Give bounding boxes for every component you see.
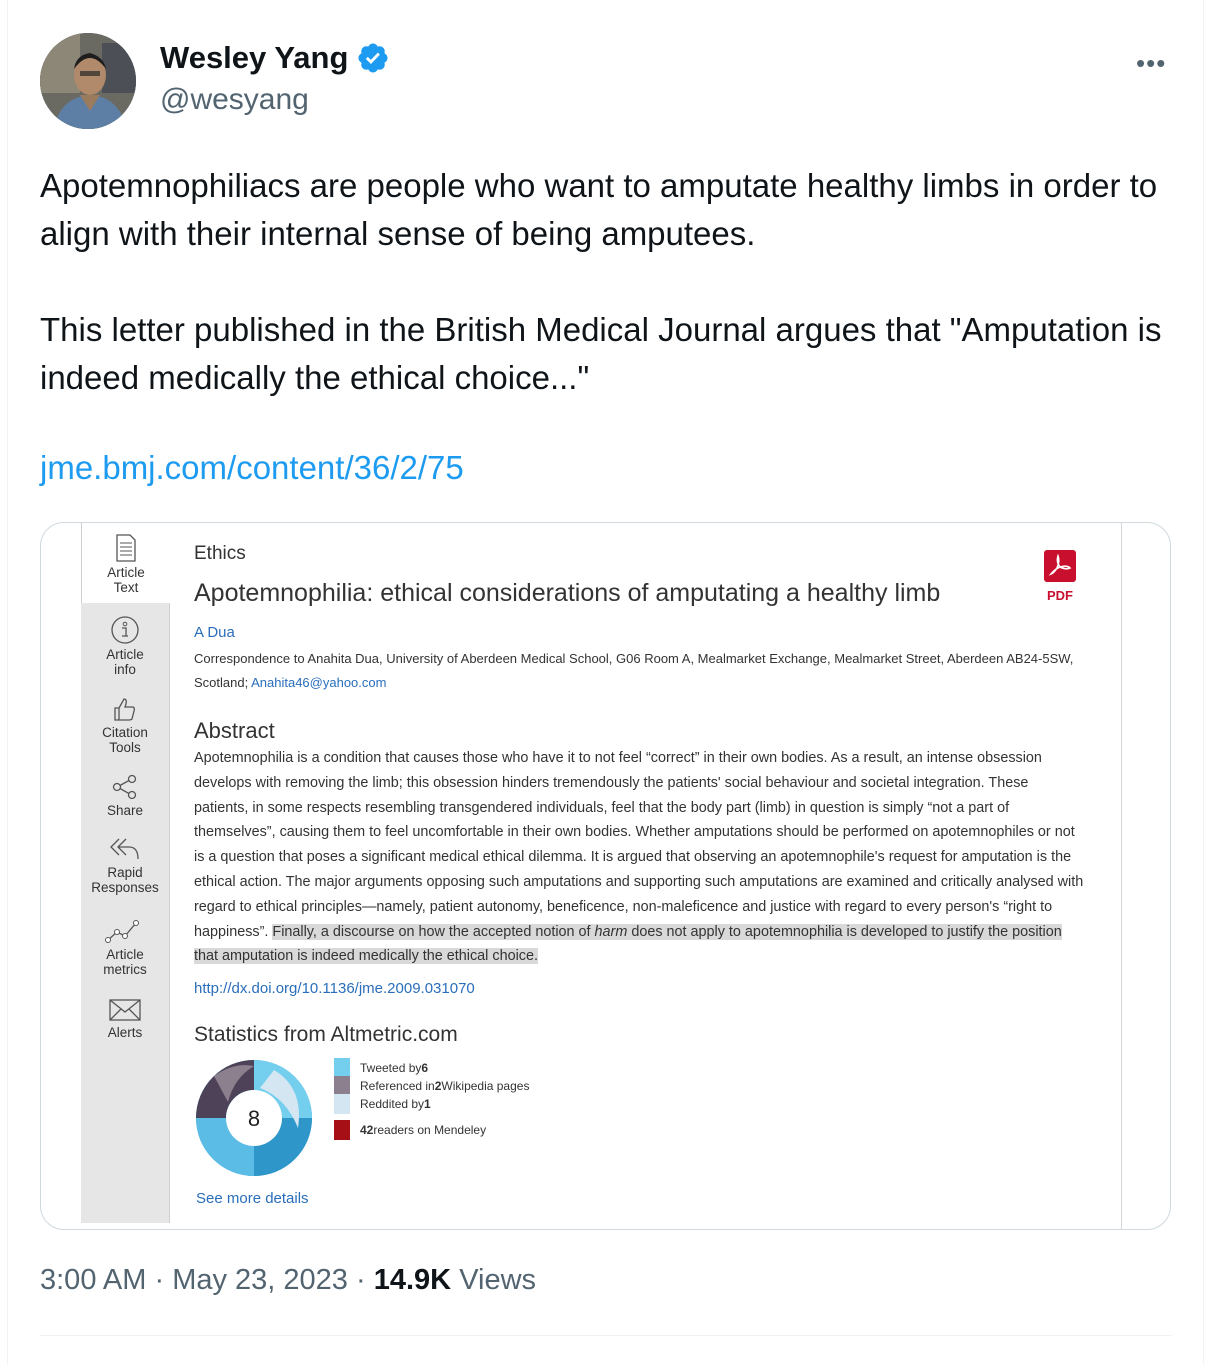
sidebar-label-line1: Citation: [102, 725, 148, 740]
legend-row-mendeley[interactable]: 42 readers on Mendeley: [334, 1120, 486, 1140]
separator: ·: [154, 1264, 165, 1296]
legend-swatch: [334, 1058, 350, 1078]
legend-swatch: [334, 1120, 350, 1140]
sidebar-label-line2: Responses: [91, 880, 159, 895]
pdf-icon: [1044, 550, 1076, 582]
share-icon: [112, 774, 137, 800]
tweet-text: Apotemnophiliacs are people who want to …: [40, 162, 1170, 402]
sidebar-item-article-info[interactable]: Article info: [81, 615, 169, 677]
divider: [40, 1335, 1172, 1336]
tweet-date[interactable]: May 23, 2023: [172, 1264, 348, 1296]
document-icon: [116, 534, 136, 562]
tweet-time[interactable]: 3:00 AM: [40, 1264, 146, 1296]
stats-heading: Statistics from Altmetric.com: [194, 1023, 458, 1046]
abstract-highlight-start: Finally, a discourse on how the accepted…: [272, 923, 595, 940]
views-count: 14.9K: [373, 1264, 452, 1296]
avatar-photo: [40, 33, 136, 129]
content-right-border: [1121, 523, 1122, 1229]
author-handle[interactable]: @wesyang: [160, 83, 309, 117]
info-icon: [111, 616, 139, 644]
legend-num: 1: [424, 1097, 431, 1111]
article-section: Ethics: [194, 543, 246, 564]
sidebar-label-line2: info: [114, 662, 136, 677]
tweet-timestamp: 3:00 AM · May 23, 2023 · 14.9K Views: [40, 1264, 536, 1297]
legend-pre: Referenced in: [360, 1079, 435, 1093]
abstract-highlight: Finally, a discourse on how the accepted…: [194, 923, 1062, 965]
sidebar-label-line1: Alerts: [107, 1025, 143, 1040]
sidebar-item-article-text[interactable]: Article Text: [81, 523, 170, 603]
verified-badge-icon[interactable]: [356, 41, 390, 75]
sidebar-item-alerts[interactable]: Alerts: [81, 997, 169, 1040]
pdf-button[interactable]: PDF: [1042, 549, 1078, 603]
legend-row-twitter[interactable]: Tweeted by 6: [334, 1058, 428, 1078]
sidebar-label-line2: Tools: [109, 740, 141, 755]
line-graph-icon: [105, 920, 139, 943]
correspondence-email[interactable]: Anahita46@yahoo.com: [251, 675, 386, 690]
sidebar-item-article-metrics[interactable]: Article metrics: [81, 917, 169, 977]
altmetric-donut[interactable]: 8: [194, 1058, 314, 1178]
author-name[interactable]: Wesley Yang: [160, 40, 390, 76]
abstract-text: Apotemnophilia is a condition that cause…: [194, 746, 1086, 969]
article-author[interactable]: A Dua: [194, 624, 235, 641]
sidebar-label-line1: Rapid: [107, 865, 143, 880]
legend-swatch: [334, 1076, 350, 1096]
thumbs-up-icon: [114, 698, 135, 721]
sidebar-label-line1: Article: [107, 565, 145, 580]
abstract-plain: Apotemnophilia is a condition that cause…: [194, 750, 1084, 940]
legend-num: 2: [434, 1079, 442, 1093]
altmetric-score: 8: [248, 1106, 260, 1131]
embedded-article-image[interactable]: Article Text Article info Citation Tools: [40, 522, 1171, 1230]
see-more-details-link[interactable]: See more details: [196, 1190, 309, 1207]
doi-link[interactable]: http://dx.doi.org/10.1136/jme.2009.03107…: [194, 980, 475, 997]
article-title: Apotemnophilia: ethical considerations o…: [194, 579, 941, 607]
abstract-highlight-em: harm: [594, 923, 628, 940]
legend-num: 6: [421, 1061, 429, 1075]
envelope-icon: [109, 999, 141, 1021]
sidebar-item-share[interactable]: Share: [81, 773, 169, 818]
legend-num: 42: [360, 1123, 374, 1137]
views-label: Views: [459, 1264, 537, 1296]
author-name-text[interactable]: Wesley Yang: [160, 40, 348, 76]
sidebar-label-line1: Share: [106, 803, 144, 818]
reply-all-icon: [110, 838, 139, 860]
sidebar-label-line1: Article: [106, 647, 144, 662]
legend-post: readers on Mendeley: [373, 1123, 487, 1137]
tweet-link[interactable]: jme.bmj.com/content/36/2/75: [40, 449, 464, 487]
avatar[interactable]: [40, 33, 136, 129]
legend-pre: Tweeted by: [360, 1061, 422, 1075]
sidebar-item-citation-tools[interactable]: Citation Tools: [81, 695, 169, 755]
tweet-paragraph-1: Apotemnophiliacs are people who want to …: [40, 167, 1158, 252]
article-sidebar: Article Text Article info Citation Tools: [81, 523, 170, 1223]
legend-pre: Reddited by: [360, 1097, 425, 1111]
sidebar-label-line1: Article: [106, 947, 144, 962]
tweet-paragraph-2: This letter published in the British Med…: [40, 311, 1162, 396]
more-options-icon[interactable]: •••: [1136, 48, 1166, 79]
sidebar-item-rapid-responses[interactable]: Rapid Responses: [81, 835, 169, 895]
legend-row-wikipedia[interactable]: Referenced in 2 Wikipedia pages: [334, 1076, 529, 1096]
legend-row-reddit[interactable]: Reddited by 1: [334, 1094, 431, 1114]
legend-post: Wikipedia pages: [441, 1079, 530, 1093]
correspondence: Correspondence to Anahita Dua, Universit…: [194, 647, 1074, 695]
legend-swatch: [334, 1094, 350, 1114]
abstract-heading: Abstract: [194, 718, 275, 743]
separator: ·: [356, 1264, 366, 1296]
pdf-label: PDF: [1047, 588, 1073, 603]
sidebar-label-line2: Text: [113, 580, 139, 595]
altmetric-donut-graphic: 8: [196, 1060, 312, 1176]
sidebar-label-line2: metrics: [103, 962, 147, 977]
